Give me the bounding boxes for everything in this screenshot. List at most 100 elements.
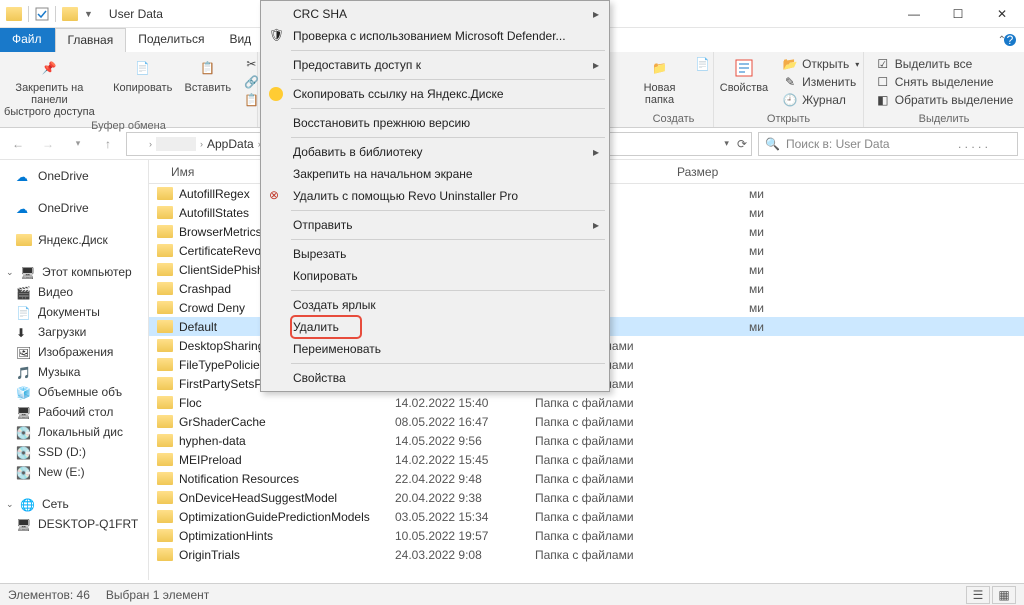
ctx-grant[interactable]: Предоставить доступ к▸ [263, 54, 607, 76]
refresh-icon[interactable]: ⟳ [737, 137, 747, 151]
navitem-desktop[interactable]: 🖥Рабочий стол [0, 402, 148, 422]
desktop-icon: 🖥 [16, 406, 32, 418]
invert-button[interactable]: ◧Обратить выделение [875, 92, 1014, 108]
folder-icon [157, 472, 173, 485]
folder-icon [157, 434, 173, 447]
selectnone-button[interactable]: ☐Снять выделение [875, 74, 1014, 90]
selectall-icon: ☑ [875, 56, 891, 72]
navitem-disk-d[interactable]: 💽SSD (D:) [0, 442, 148, 462]
navitem-yandex[interactable]: Яндекс.Диск [0, 230, 148, 250]
view-details-button[interactable]: ☰ [966, 586, 990, 604]
forward-button[interactable]: → [36, 132, 60, 156]
ctx-copy[interactable]: Копировать [263, 265, 607, 287]
file-row[interactable]: hyphen-data14.05.2022 9:56Папка с файлам… [149, 431, 1024, 450]
ctx-pinstart[interactable]: Закрепить на начальном экране [263, 163, 607, 185]
recent-button[interactable]: ▾ [66, 132, 90, 156]
ctx-defender[interactable]: 🛡Проверка с использованием Microsoft Def… [263, 25, 607, 47]
ctx-send[interactable]: Отправить▸ [263, 214, 607, 236]
folder-icon [157, 529, 173, 542]
file-row[interactable]: OnDeviceHeadSuggestModel20.04.2022 9:38П… [149, 488, 1024, 507]
pin-button[interactable]: 📌 Закрепить на панели быстрого доступа [0, 54, 103, 120]
tab-home[interactable]: Главная [55, 28, 127, 52]
navitem-thispc[interactable]: ⌄🖥Этот компьютер [0, 262, 148, 282]
navitem-onedrive[interactable]: ☁OneDrive [0, 198, 148, 218]
navitem-disk-e[interactable]: 💽New (E:) [0, 462, 148, 482]
new-folder-button[interactable]: 📁 Новая папка [635, 54, 685, 108]
tab-file[interactable]: Файл [0, 28, 55, 52]
close-button[interactable]: ✕ [980, 0, 1024, 28]
navitem-docs[interactable]: 📄Документы [0, 302, 148, 322]
folder-new-icon: 📁 [648, 56, 672, 80]
chevron-down-icon[interactable]: ▼ [84, 9, 93, 19]
ctx-shortcut[interactable]: Создать ярлык [263, 294, 607, 316]
view-icons-button[interactable]: ▦ [992, 586, 1016, 604]
folder-icon [157, 244, 173, 257]
properties-button[interactable]: Свойства [716, 54, 772, 96]
ctx-yadisk[interactable]: Скопировать ссылку на Яндекс.Диске [263, 83, 607, 105]
ctx-restore[interactable]: Восстановить прежнюю версию [263, 112, 607, 134]
navitem-onedrive[interactable]: ☁OneDrive [0, 166, 148, 186]
tab-view[interactable]: Вид [217, 28, 264, 52]
copy-icon: 📄 [131, 56, 155, 80]
navitem-pc[interactable]: 🖥DESKTOP-Q1FRT [0, 514, 148, 534]
file-row[interactable]: GrShaderCache08.05.2022 16:47Папка с фай… [149, 412, 1024, 431]
open-icon: 📂 [782, 56, 798, 72]
up-button[interactable]: ↑ [96, 132, 120, 156]
history-icon: 🕘 [782, 92, 798, 108]
folder-icon [157, 339, 173, 352]
help-icon[interactable]: ⌃ ? [996, 28, 1024, 52]
ctx-props[interactable]: Свойства [263, 367, 607, 389]
paste-icon: 📋 [196, 56, 220, 80]
folder-icon [157, 548, 173, 561]
ctx-crc[interactable]: CRC SHA▸ [263, 3, 607, 25]
cube-icon: 🧊 [16, 386, 32, 398]
folder-icon [157, 320, 173, 333]
paste-button[interactable]: 📋 Вставить [182, 54, 233, 96]
disk-icon: 💽 [16, 466, 32, 478]
minimize-button[interactable]: — [892, 0, 936, 28]
properties-icon [732, 56, 756, 80]
col-size[interactable]: Размер [669, 165, 789, 179]
ctx-cut[interactable]: Вырезать [263, 243, 607, 265]
file-row[interactable]: Notification Resources22.04.2022 9:48Пап… [149, 469, 1024, 488]
folder-icon [157, 377, 173, 390]
file-row[interactable]: MEIPreload14.02.2022 15:45Папка с файлам… [149, 450, 1024, 469]
navitem-3d[interactable]: 🧊Объемные объ [0, 382, 148, 402]
file-row[interactable]: OriginTrials24.03.2022 9:08Папка с файла… [149, 545, 1024, 564]
navitem-disk-c[interactable]: 💽Локальный дис [0, 422, 148, 442]
status-count: Элементов: 46 [8, 588, 90, 602]
selectall-button[interactable]: ☑Выделить все [875, 56, 1014, 72]
checkbox-icon[interactable] [35, 7, 49, 21]
yandex-icon [16, 234, 32, 246]
ctx-rename[interactable]: Переименовать [263, 338, 607, 360]
journal-button[interactable]: 🕘Журнал [782, 92, 859, 108]
folder-icon [157, 301, 173, 314]
navitem-music[interactable]: 🎵Музыка [0, 362, 148, 382]
ctx-library[interactable]: Добавить в библиотеку▸ [263, 141, 607, 163]
edit-button[interactable]: ✎Изменить [782, 74, 859, 90]
ctx-revo[interactable]: ⊗Удалить с помощью Revo Uninstaller Pro [263, 185, 607, 207]
search-icon: 🔍 [765, 137, 780, 151]
copy-button[interactable]: 📄 Копировать [111, 54, 174, 96]
open-button[interactable]: 📂Открыть▾ [782, 56, 859, 72]
group-label: Буфер обмена [91, 120, 166, 132]
navitem-images[interactable]: 🖼Изображения [0, 342, 148, 362]
pc-icon: 🖥 [20, 266, 36, 278]
file-row[interactable]: OptimizationGuidePredictionModels03.05.2… [149, 507, 1024, 526]
folder-icon [157, 282, 173, 295]
folder-icon [157, 187, 173, 200]
revo-icon: ⊗ [269, 188, 285, 204]
navitem-network[interactable]: ⌄🌐Сеть [0, 494, 148, 514]
navitem-downloads[interactable]: ⬇Загрузки [0, 322, 148, 342]
edit-icon: ✎ [782, 74, 798, 90]
navitem-video[interactable]: 🎬Видео [0, 282, 148, 302]
back-button[interactable]: ← [6, 132, 30, 156]
file-row[interactable]: OptimizationHints10.05.2022 19:57Папка с… [149, 526, 1024, 545]
folder-icon [157, 206, 173, 219]
status-selection: Выбран 1 элемент [106, 588, 209, 602]
tab-share[interactable]: Поделиться [126, 28, 217, 52]
folder-icon [157, 453, 173, 466]
maximize-button[interactable]: ☐ [936, 0, 980, 28]
file-row[interactable]: Floc14.02.2022 15:40Папка с файлами [149, 393, 1024, 412]
ctx-delete[interactable]: Удалить [263, 316, 607, 338]
